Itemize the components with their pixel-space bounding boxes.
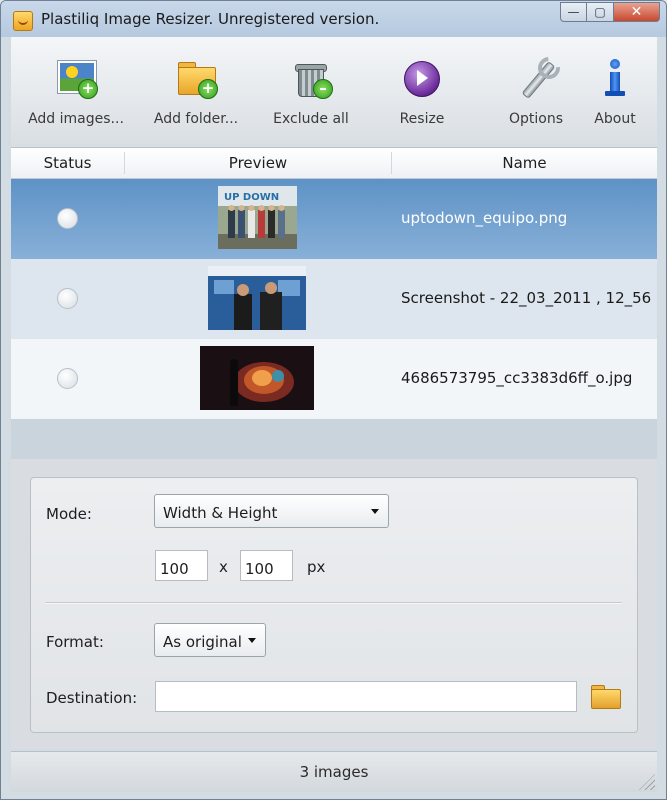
image-list[interactable]: Status Preview Name UP DOWN uptodown_equ…	[11, 148, 657, 459]
exclude-all-button[interactable]: – Exclude all	[256, 37, 366, 147]
play-icon	[400, 57, 444, 101]
width-input[interactable]	[155, 550, 208, 581]
title-bar[interactable]: Plastiliq Image Resizer. Unregistered ve…	[1, 1, 666, 37]
info-icon	[593, 57, 637, 101]
height-input[interactable]	[240, 550, 293, 581]
status-bar: 3 images	[11, 751, 657, 792]
add-folder-button[interactable]: + Add folder...	[141, 37, 251, 147]
file-name: 4686573795_cc3383d6ff_o.jpg	[401, 369, 633, 387]
add-folder-label: Add folder...	[153, 111, 239, 127]
list-item[interactable]: Screenshot - 22_03_2011 , 12_56_43.png	[11, 259, 657, 339]
status-indicator	[57, 368, 78, 389]
resize-label: Resize	[399, 111, 445, 127]
column-header-status[interactable]: Status	[11, 148, 124, 178]
destination-label: Destination:	[46, 689, 138, 707]
about-button[interactable]: About	[577, 37, 653, 147]
close-button[interactable]: ✕	[614, 2, 660, 22]
options-button[interactable]: Options	[491, 37, 581, 147]
add-images-label: Add images...	[28, 111, 124, 127]
window-controls: — ▢ ✕	[560, 2, 660, 22]
wrench-icon	[514, 52, 565, 101]
dropdown-arrow-icon	[371, 509, 379, 514]
settings-panel: Mode: Width & Height x px Format: As ori…	[11, 459, 657, 749]
app-window: Plastiliq Image Resizer. Unregistered ve…	[0, 0, 667, 800]
list-item[interactable]: 4686573795_cc3383d6ff_o.jpg	[11, 339, 657, 419]
browse-folder-button[interactable]	[591, 684, 621, 709]
window-title: Plastiliq Image Resizer. Unregistered ve…	[41, 10, 380, 28]
mode-dropdown[interactable]: Width & Height	[154, 494, 389, 528]
destination-input[interactable]	[155, 681, 577, 712]
image-count: 3 images	[299, 763, 369, 781]
unit-label: px	[307, 558, 326, 576]
mode-value: Width & Height	[163, 504, 278, 522]
settings-divider	[45, 602, 622, 604]
image-thumbnail	[200, 346, 314, 410]
add-folder-icon: +	[174, 57, 218, 101]
format-label: Format:	[46, 633, 104, 651]
image-thumbnail	[208, 266, 306, 330]
resize-settings-group: Mode: Width & Height x px Format: As ori…	[30, 477, 638, 733]
list-header: Status Preview Name	[11, 148, 657, 179]
column-header-preview[interactable]: Preview	[125, 148, 391, 178]
add-images-button[interactable]: + Add images...	[21, 37, 131, 147]
trash-icon: –	[289, 57, 333, 101]
about-label: About	[594, 111, 636, 127]
resize-button[interactable]: Resize	[377, 37, 467, 147]
format-dropdown[interactable]: As original	[154, 623, 266, 657]
add-images-icon: +	[54, 57, 98, 101]
exclude-all-label: Exclude all	[273, 111, 349, 127]
file-name: Screenshot - 22_03_2011 , 12_56_43.png	[401, 289, 651, 307]
options-label: Options	[508, 111, 564, 127]
thumbnail-logo-text: UP DOWN	[224, 192, 279, 203]
column-header-name[interactable]: Name	[392, 148, 657, 178]
minimize-button[interactable]: —	[560, 2, 587, 22]
toolbar: + Add images... + Add folder... – Exclud…	[11, 37, 657, 148]
image-thumbnail: UP DOWN	[218, 186, 297, 249]
app-logo-icon	[13, 11, 33, 31]
times-label: x	[219, 558, 228, 576]
list-item[interactable]: UP DOWN uptodown_equipo.png	[11, 179, 657, 259]
file-name: uptodown_equipo.png	[401, 209, 568, 227]
dropdown-arrow-icon	[248, 638, 256, 643]
maximize-button[interactable]: ▢	[587, 2, 614, 22]
mode-label: Mode:	[46, 505, 92, 523]
format-value: As original	[163, 633, 242, 651]
status-indicator	[57, 288, 78, 309]
status-indicator	[57, 208, 78, 229]
